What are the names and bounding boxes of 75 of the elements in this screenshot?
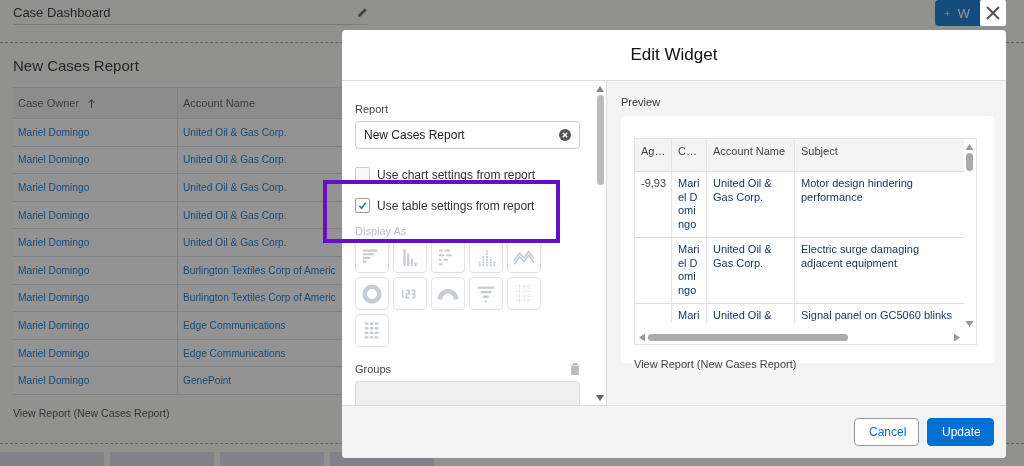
table-cell: Electric surge damaging adjacent equipment <box>794 238 964 303</box>
pencil-icon[interactable] <box>357 6 368 18</box>
table-link[interactable]: Mariel Domingo <box>18 237 90 249</box>
field-label: Display As <box>355 225 408 237</box>
table-link[interactable]: United Oil & Gas Corp. <box>183 126 287 138</box>
table-link[interactable]: Mariel Domingo <box>18 319 90 331</box>
table-link[interactable]: Burlington Textiles Corp of Americ <box>183 292 336 304</box>
dialog-button[interactable]: Cancel <box>854 418 919 446</box>
column-header: C… <box>671 139 706 171</box>
field-label: Groups <box>355 363 392 375</box>
checkmark-icon <box>358 201 367 210</box>
column-header[interactable]: Account Name <box>183 97 256 109</box>
scroll-up-icon[interactable] <box>596 86 604 92</box>
scroll-down-icon[interactable] <box>964 321 974 327</box>
checkbox[interactable] <box>355 198 370 213</box>
table-link[interactable]: Mariel Domingo <box>18 126 90 138</box>
report-field[interactable]: New Cases Report <box>355 121 580 149</box>
table-cell: United Oil & Gas Corp. <box>706 238 794 303</box>
dialog-title: Edit Widget <box>630 45 718 65</box>
field-label: Report <box>355 103 390 115</box>
column-header: Subject <box>794 139 964 171</box>
table-link[interactable]: GenePoint <box>183 375 232 387</box>
table-link[interactable]: Mariel Domingo <box>18 209 90 221</box>
scroll-right-icon[interactable] <box>954 333 960 342</box>
table-link[interactable]: Mariel Domingo <box>18 292 90 304</box>
chart-type-tile[interactable] <box>355 277 389 310</box>
table-cell: Signal panel on GC5060 blinks <box>794 304 964 323</box>
clear-icon[interactable] <box>559 129 571 141</box>
chart-type-tile[interactable] <box>431 277 465 310</box>
table-cell: United Oil & <box>706 304 794 323</box>
table-link[interactable]: Edge Communications <box>183 319 286 331</box>
chart-type-tile[interactable] <box>355 314 389 347</box>
table-link[interactable]: United Oil & Gas Corp. <box>183 237 287 249</box>
chart-type-tile[interactable] <box>507 277 541 310</box>
table-link[interactable]: Mariel Domingo <box>18 264 90 276</box>
table-link[interactable]: Mariel Domingo <box>18 347 90 359</box>
trash-icon[interactable] <box>570 363 580 375</box>
table-cell: Mariel Domingo <box>671 238 706 303</box>
table-cell-text: -9,93 <box>640 176 668 191</box>
close-button[interactable] <box>980 0 1006 26</box>
table-link[interactable]: United Oil & Gas Corp. <box>183 182 287 193</box>
column-header: Account Name <box>706 139 794 171</box>
table-link[interactable]: Edge Communications <box>183 347 286 359</box>
close-icon <box>985 5 1001 21</box>
column-header: Ag… <box>640 144 667 160</box>
checkbox-label[interactable]: Use table settings from report <box>377 198 535 213</box>
donut-chart-icon <box>361 282 383 305</box>
table-cell: Mariel Domingo <box>671 172 706 237</box>
table-link[interactable]: Mariel Domingo <box>18 154 90 166</box>
section-title: Preview <box>621 96 662 108</box>
column-header[interactable]: Case Owner <box>18 97 80 109</box>
table-link[interactable]: Mariel Domingo <box>18 182 90 193</box>
chart-type-tile[interactable] <box>469 277 503 310</box>
table-link[interactable]: United Oil & Gas Corp. <box>183 209 287 221</box>
scrollbar-thumb[interactable] <box>965 153 973 171</box>
table-link[interactable]: United Oil & Gas Corp. <box>183 154 287 166</box>
groups-field[interactable] <box>355 381 580 405</box>
chart-type-tile[interactable] <box>393 277 427 310</box>
checkbox-label[interactable]: Use chart settings from report <box>377 167 536 182</box>
view-report-link[interactable]: View Report (New Cases Report) <box>634 358 978 370</box>
scroll-up-icon[interactable] <box>964 144 974 150</box>
sort-arrow-icon <box>88 98 96 108</box>
scroll-down-icon[interactable] <box>596 395 604 401</box>
table-cell: Mari <box>671 304 706 323</box>
table-link[interactable]: Burlington Textiles Corp of Americ <box>183 264 336 276</box>
scroll-left-icon[interactable] <box>639 333 645 342</box>
widget-title: New Cases Report <box>13 57 140 74</box>
table-link[interactable]: Mariel Domingo <box>18 375 90 387</box>
scrollbar-thumb[interactable] <box>596 95 604 185</box>
table-cell: Motor design hindering performance <box>794 172 964 237</box>
table-cell: United Oil & Gas Corp. <box>706 172 794 237</box>
dashboard-title[interactable]: Case Dashboard <box>13 4 111 20</box>
scrollbar-thumb[interactable] <box>648 334 848 341</box>
add-widget-button[interactable]: W <box>935 0 980 26</box>
dialog-button[interactable]: Update <box>927 418 994 446</box>
